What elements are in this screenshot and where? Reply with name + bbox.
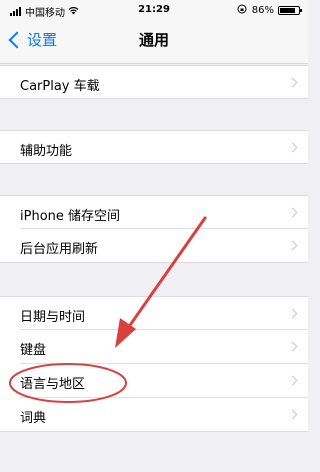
navigation-bar: 设置 通用 bbox=[0, 20, 308, 64]
page-title: 通用 bbox=[138, 31, 169, 49]
settings-item-carplay[interactable]: CarPlay 车载 bbox=[0, 65, 308, 99]
battery-percent: 86% bbox=[251, 5, 274, 16]
battery-icon bbox=[278, 6, 302, 15]
status-right: 86% bbox=[237, 4, 302, 17]
chevron-right-icon bbox=[287, 77, 298, 88]
chevron-right-icon bbox=[287, 409, 298, 420]
settings-item-iphone-storage[interactable]: iPhone 储存空间 bbox=[0, 195, 308, 229]
chevron-right-icon bbox=[287, 341, 298, 352]
settings-item-label: 词典 bbox=[20, 411, 47, 426]
settings-item-label: 辅助功能 bbox=[20, 144, 73, 159]
chevron-right-icon bbox=[287, 240, 298, 251]
settings-item-dictionary[interactable]: 词典 bbox=[0, 398, 308, 432]
chevron-right-icon bbox=[287, 142, 298, 153]
settings-item-accessibility[interactable]: 辅助功能 bbox=[0, 130, 308, 164]
settings-item-label: CarPlay 车载 bbox=[20, 79, 100, 94]
settings-item-label: 语言与地区 bbox=[20, 377, 86, 392]
lock-rotation-icon bbox=[237, 4, 247, 17]
settings-item-label: iPhone 储存空间 bbox=[20, 209, 121, 224]
chevron-right-icon bbox=[287, 375, 298, 386]
settings-item-background-refresh[interactable]: 后台应用刷新 bbox=[0, 229, 308, 263]
chevron-right-icon bbox=[287, 207, 298, 218]
settings-item-date-time[interactable]: 日期与时间 bbox=[0, 296, 308, 330]
chevron-right-icon bbox=[287, 308, 298, 319]
settings-item-label: 日期与时间 bbox=[20, 310, 86, 325]
settings-item-keyboard[interactable]: 键盘 bbox=[0, 330, 308, 364]
settings-item-label: 键盘 bbox=[20, 343, 47, 358]
settings-item-language-region[interactable]: 语言与地区 bbox=[0, 364, 308, 398]
battery-fill bbox=[280, 8, 296, 13]
settings-item-label: 后台应用刷新 bbox=[20, 242, 99, 257]
status-bar: 中国移动 21:29 86% bbox=[0, 0, 308, 20]
